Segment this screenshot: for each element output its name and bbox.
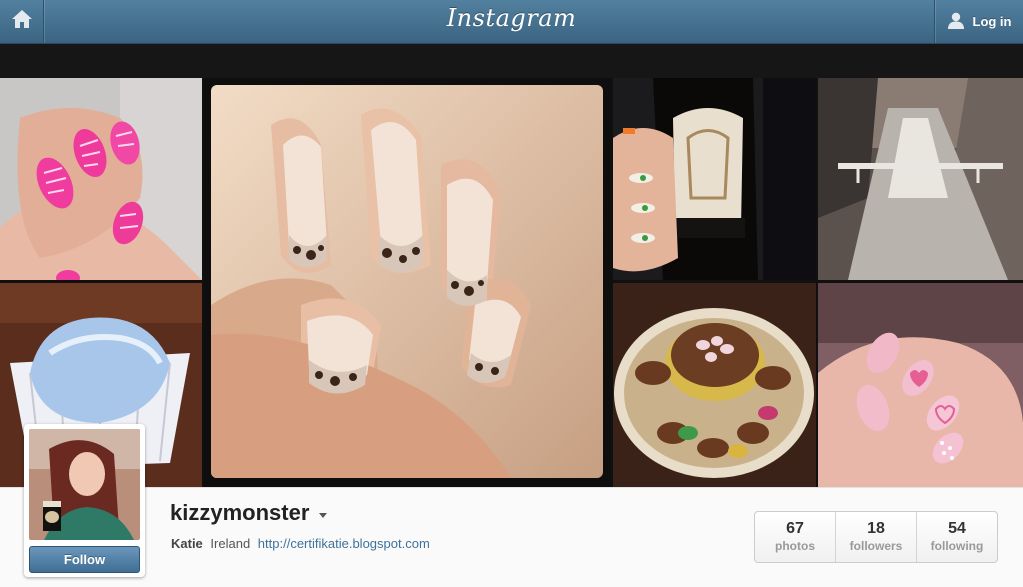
- stat-following-count: 54: [948, 520, 966, 537]
- follow-button[interactable]: Follow: [29, 546, 140, 573]
- stat-photos[interactable]: 67 photos: [755, 512, 836, 562]
- username-row: kizzymonster: [170, 500, 328, 526]
- login-button[interactable]: Log in: [934, 0, 1023, 43]
- profile-stats: 67 photos 18 followers 54 following: [754, 511, 998, 563]
- photo-tile-pink-zebra-nails[interactable]: [0, 78, 202, 280]
- profile-username: kizzymonster: [170, 500, 310, 525]
- user-icon: [947, 11, 965, 32]
- top-navigation-bar: Instagram Log in: [0, 0, 1023, 44]
- profile-website-link[interactable]: http://certifikatie.blogspot.com: [258, 536, 430, 551]
- instagram-logo[interactable]: Instagram: [0, 4, 1023, 32]
- photo-tile-canal[interactable]: [818, 78, 1023, 280]
- stat-photos-label: photos: [775, 539, 815, 553]
- photo-tile-guinness-bottle[interactable]: [613, 78, 816, 280]
- avatar-card: Follow: [24, 424, 145, 577]
- stat-followers-label: followers: [849, 539, 903, 553]
- stat-followers-count: 18: [867, 520, 885, 537]
- header-band: [0, 44, 1023, 78]
- profile-bio: Katie Ireland http://certifikatie.blogsp…: [171, 536, 430, 551]
- stat-photos-count: 67: [786, 520, 804, 537]
- photo-tile-easter-cake[interactable]: [613, 283, 816, 487]
- profile-location: Ireland: [210, 536, 251, 551]
- stat-followers[interactable]: 18 followers: [836, 512, 917, 562]
- profile-full-name: Katie: [171, 536, 203, 551]
- login-label: Log in: [972, 14, 1012, 29]
- avatar[interactable]: [29, 429, 140, 540]
- photo-tile-leopard-nails[interactable]: [204, 78, 610, 487]
- home-icon: [11, 9, 33, 34]
- stat-following-label: following: [930, 539, 984, 553]
- photo-grid: [0, 78, 1023, 487]
- chevron-down-icon[interactable]: [319, 512, 328, 518]
- photo-tile-pink-heart-nails[interactable]: [818, 283, 1023, 487]
- home-button[interactable]: [0, 0, 44, 43]
- stat-following[interactable]: 54 following: [917, 512, 997, 562]
